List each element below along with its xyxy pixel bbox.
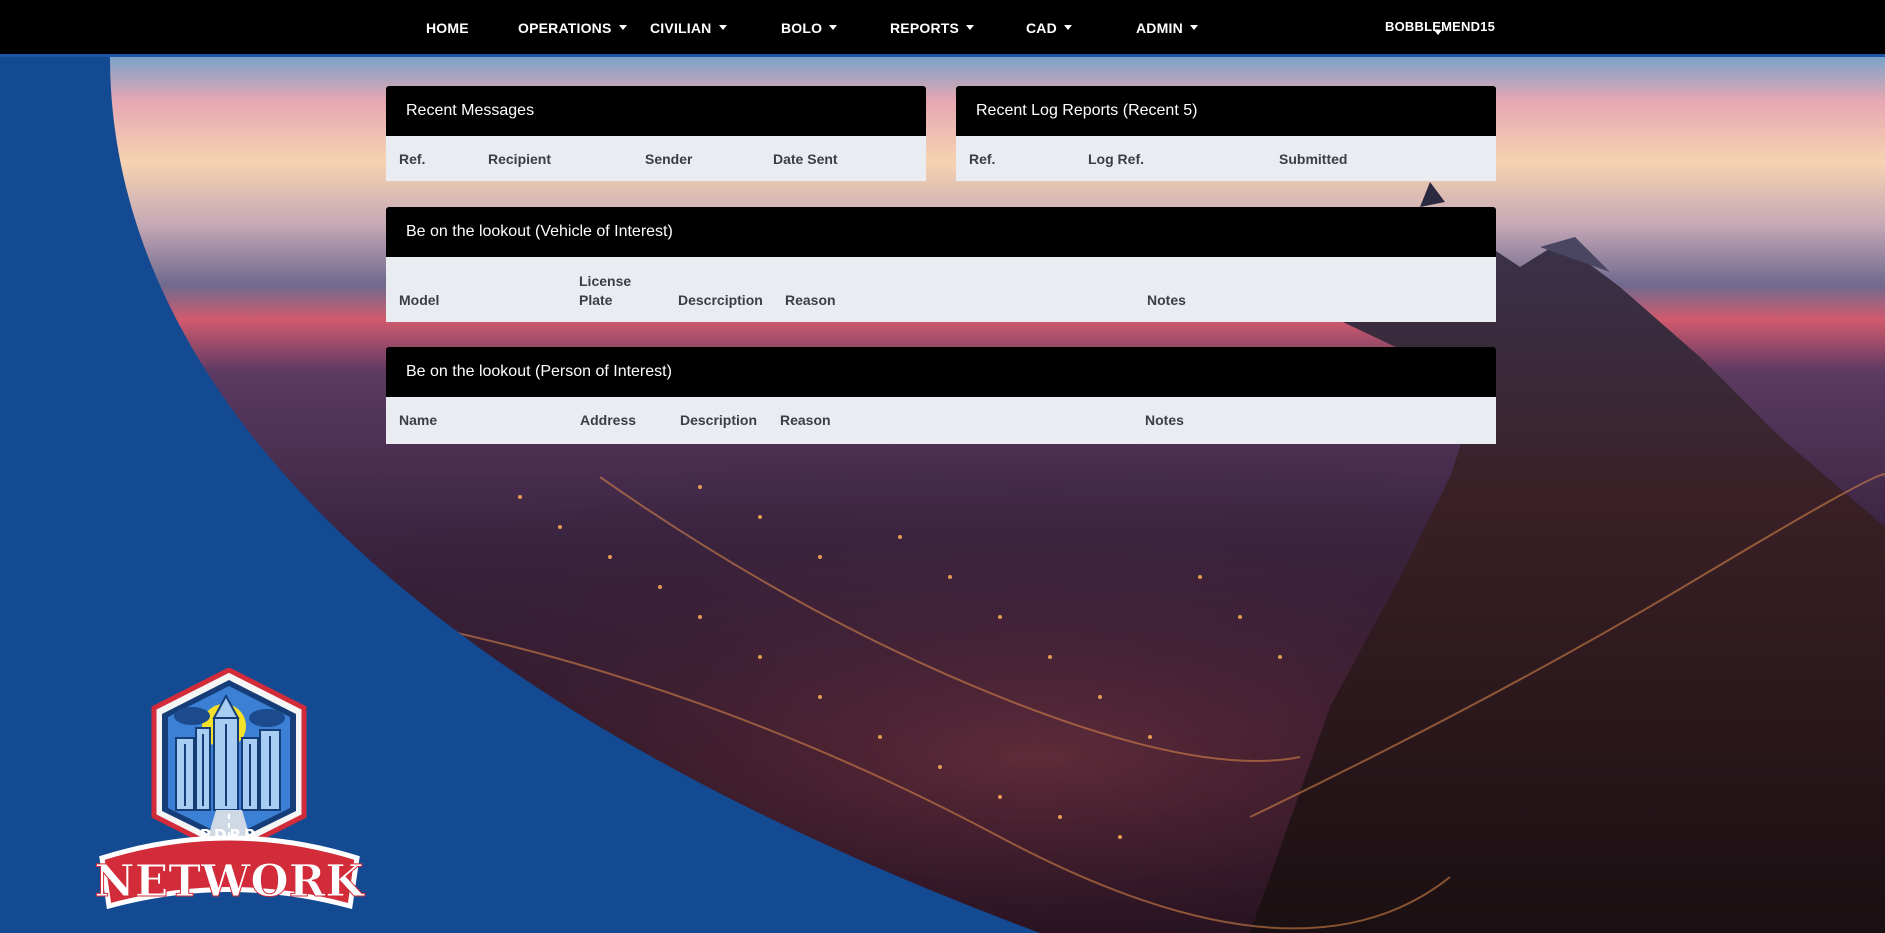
nav-civilian-label: CIVILIAN: [650, 20, 712, 36]
nav-bolo[interactable]: BOLO: [781, 20, 838, 36]
column-header: Description: [680, 412, 758, 428]
nav-home[interactable]: HOME: [426, 20, 469, 36]
caret-down-icon: [966, 25, 975, 30]
column-header: Log Ref.: [1088, 151, 1144, 167]
recent-messages-table-header: Ref. Recipient Sender Date Sent: [386, 136, 926, 181]
column-header: Address: [580, 412, 637, 428]
caret-down-icon: [829, 25, 838, 30]
nav-admin-label: ADMIN: [1136, 20, 1183, 36]
top-navbar: HOME OPERATIONS CIVILIAN BOLO REPORTS CA…: [0, 0, 1885, 57]
bolo-person-table-header: Name Address Description Reason Notes: [386, 397, 1496, 444]
recent-messages-panel: Recent Messages Ref. Recipient Sender Da…: [386, 86, 926, 181]
caret-down-icon: [1063, 25, 1072, 30]
column-header: Ref.: [969, 151, 996, 167]
column-header: Reason: [785, 292, 836, 308]
column-header: Notes: [1147, 292, 1186, 308]
nav-operations-label: OPERATIONS: [518, 20, 612, 36]
logo-top-text: PDRP: [200, 826, 258, 844]
column-header: Sender: [645, 151, 693, 167]
nav-admin[interactable]: ADMIN: [1136, 20, 1198, 36]
recent-logs-table-header: Ref. Log Ref. Submitted: [956, 136, 1496, 181]
column-header: License Plate: [579, 273, 632, 308]
column-header: Reason: [780, 412, 831, 428]
pdrp-network-logo: PDRP NETWORK: [92, 667, 367, 913]
recent-messages-title: Recent Messages: [386, 86, 926, 136]
column-header: Model: [399, 292, 440, 308]
bolo-vehicle-panel: Be on the lookout (Vehicle of Interest) …: [386, 207, 1496, 322]
nav-civilian[interactable]: CIVILIAN: [650, 20, 727, 36]
nav-reports[interactable]: REPORTS: [890, 20, 975, 36]
nav-reports-label: REPORTS: [890, 20, 960, 36]
logo-main-text: NETWORK: [94, 856, 365, 907]
column-header: Ref.: [399, 151, 426, 167]
nav-home-label: HOME: [426, 20, 469, 36]
column-header: Descrciption: [678, 292, 763, 308]
column-header: Name: [399, 412, 438, 428]
recent-logs-panel: Recent Log Reports (Recent 5) Ref. Log R…: [956, 86, 1496, 181]
nav-operations[interactable]: OPERATIONS: [518, 20, 627, 36]
recent-logs-title: Recent Log Reports (Recent 5): [956, 86, 1496, 136]
bolo-person-title: Be on the lookout (Person of Interest): [386, 347, 1496, 397]
nav-bolo-label: BOLO: [781, 20, 823, 36]
column-header: Recipient: [488, 151, 552, 167]
column-header: Date Sent: [773, 151, 838, 167]
column-header: Notes: [1145, 412, 1184, 428]
caret-down-icon: [718, 25, 727, 30]
bolo-vehicle-table-header: Model License Plate Descrciption Reason …: [386, 257, 1496, 322]
caret-down-icon: [618, 25, 627, 30]
column-header: Submitted: [1279, 151, 1348, 167]
bolo-person-panel: Be on the lookout (Person of Interest) N…: [386, 347, 1496, 444]
caret-down-icon: [1434, 30, 1442, 35]
bolo-vehicle-title: Be on the lookout (Vehicle of Interest): [386, 207, 1496, 257]
caret-down-icon: [1189, 25, 1198, 30]
nav-cad[interactable]: CAD: [1026, 20, 1072, 36]
nav-cad-label: CAD: [1026, 20, 1057, 36]
